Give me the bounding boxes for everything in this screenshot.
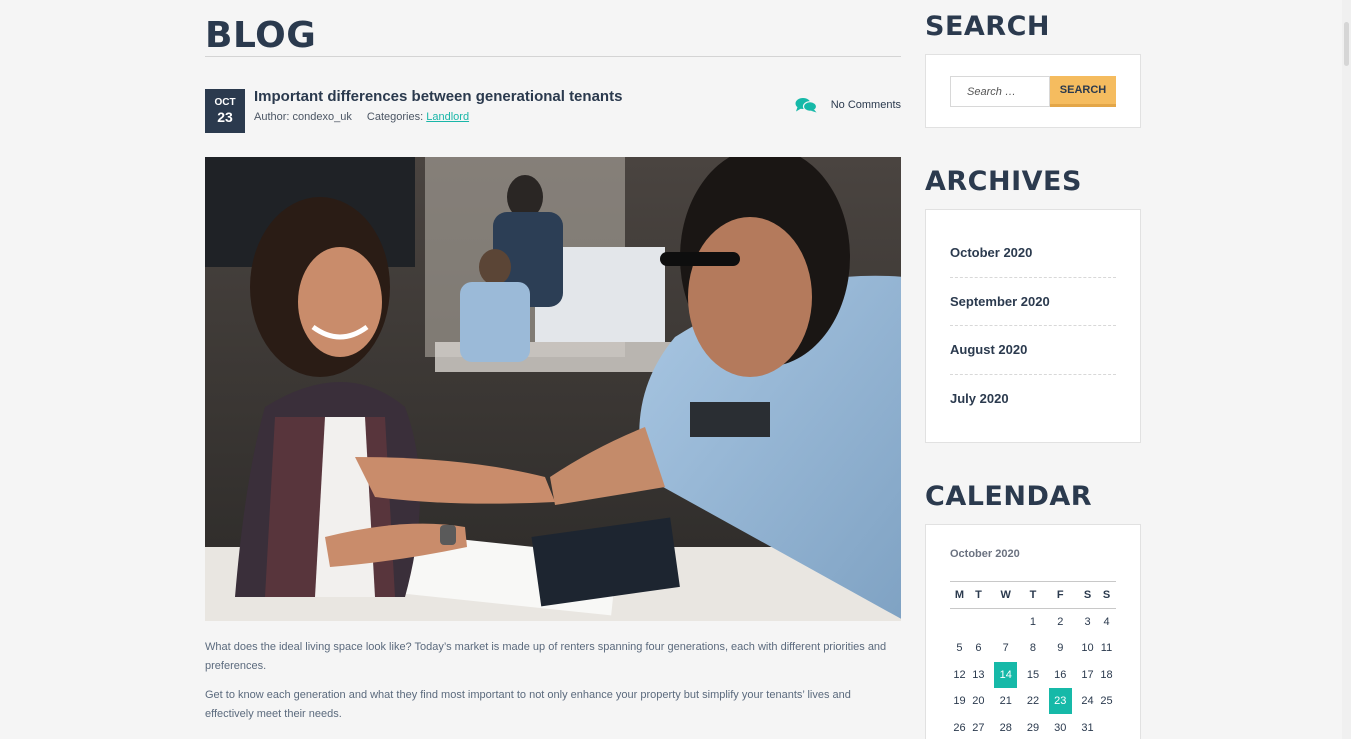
calendar-week-row: 1 2 34 [950, 609, 1116, 636]
page-scrollbar[interactable] [1342, 0, 1351, 739]
search-input[interactable] [950, 76, 1050, 107]
calendar-day: 5 [956, 642, 963, 655]
archives-widget-title: ARCHIVES [925, 166, 1082, 197]
calendar-day: 18 [1100, 668, 1113, 681]
calendar-day: 17 [1081, 668, 1094, 681]
calendar-body: 1 2 3 4 5 6 7 8 9 10 11 12 13 14 15 16 17 18 19 20 21 22 23 24 2… [950, 609, 1116, 739]
calendar-day: 12 [953, 668, 966, 681]
calendar-day: 6 [975, 642, 982, 655]
calendar-week-row: 26 27 28 29 30 31 [950, 715, 1116, 739]
calendar-week-row: 19 20 21 22 23 24 25 [950, 688, 1116, 715]
calendar-day: 4 [1103, 616, 1110, 628]
weekday-header: M [950, 581, 969, 609]
post-featured-image[interactable] [205, 157, 901, 621]
calendar-caption: October 2020 [950, 548, 1020, 560]
date-day: 23 [217, 109, 233, 125]
weekday-header: T [968, 581, 988, 609]
calendar-weekday-row: M T W T F S S [950, 581, 1116, 609]
comments-icon [795, 98, 817, 113]
scrollbar-thumb[interactable] [1344, 22, 1349, 66]
weekday-header: F [1042, 581, 1079, 609]
comments-count: No Comments [830, 99, 901, 111]
calendar-day: 31 [1081, 721, 1094, 734]
search-button[interactable]: SEARCH [1050, 76, 1116, 107]
categories-label: Categories: [366, 111, 424, 123]
calendar-day: 1 [1029, 616, 1037, 628]
author-label: Author: [254, 111, 290, 123]
weekday-header: S [1097, 581, 1116, 609]
calendar-day: 29 [1026, 721, 1040, 734]
calendar-widget: October 2020 M T W T F S S 1 2 3 4 5 6 7 8 9 10 11… [925, 524, 1141, 739]
weekday-header: S [1078, 581, 1097, 609]
calendar-table: M T W T F S S 1 2 3 4 5 6 7 8 9 10 11 12 13 14 15 16 17 1… [950, 581, 1116, 739]
calendar-day: 22 [1026, 695, 1040, 708]
archive-link-september-2020[interactable]: September 2020 [950, 278, 1116, 326]
archive-link-july-2020[interactable]: July 2020 [950, 375, 1116, 424]
archives-widget: October 2020 September 2020 August 2020 … [925, 209, 1141, 443]
calendar-day: 25 [1100, 695, 1113, 708]
calendar-week-row: 5 6 7 8 9 10 11 [950, 635, 1116, 662]
calendar-day: 11 [1100, 642, 1113, 655]
post-excerpt: What does the ideal living space look li… [205, 638, 901, 734]
search-widget: SEARCH [925, 54, 1141, 128]
calendar-day [950, 609, 969, 636]
excerpt-paragraph-1: What does the ideal living space look li… [205, 641, 887, 672]
calendar-day: 28 [999, 721, 1012, 734]
calendar-day[interactable]: 23 [1042, 688, 1078, 715]
calendar-day [1097, 715, 1116, 739]
archive-link-october-2020[interactable]: October 2020 [950, 229, 1116, 278]
calendar-widget-title: CALENDAR [925, 481, 1093, 512]
calendar-week-row: 12 13 14 15 16 17 18 [950, 661, 1116, 689]
calendar-day: 24 [1081, 695, 1094, 708]
excerpt-paragraph-2: Get to know each generation and what the… [205, 689, 851, 720]
calendar-day-link[interactable]: 14 [994, 661, 1018, 688]
calendar-day[interactable]: 14 [988, 661, 1024, 689]
calendar-day: 27 [972, 721, 985, 734]
weekday-header: W [987, 581, 1024, 609]
calendar-day: 7 [1002, 642, 1009, 655]
calendar-day: 30 [1054, 721, 1067, 734]
calendar-day: 19 [953, 695, 966, 708]
calendar-day-link[interactable]: 23 [1048, 688, 1072, 715]
category-link[interactable]: Landlord [426, 111, 469, 123]
author-name: condexo_uk [292, 111, 352, 123]
page-title: BLOG [205, 15, 317, 56]
calendar-day: 10 [1081, 642, 1094, 655]
calendar-day: 13 [972, 668, 985, 681]
calendar-day: 21 [999, 695, 1012, 708]
calendar-day: 15 [1026, 668, 1040, 681]
post-meta: Author: condexo_uk Categories: Landlord [254, 111, 469, 123]
calendar-day: 2 [1057, 616, 1064, 628]
calendar-day: 8 [1029, 642, 1037, 655]
calendar-day: 9 [1057, 642, 1064, 655]
weekday-header: T [1023, 581, 1043, 609]
date-month: OCT [214, 97, 236, 108]
calendar-day: 16 [1054, 668, 1067, 681]
search-widget-title: SEARCH [925, 11, 1050, 42]
handshake-photo [205, 157, 901, 621]
calendar-day: 3 [1084, 616, 1091, 628]
calendar-day: 20 [972, 695, 985, 708]
calendar-day [969, 609, 988, 636]
archive-link-august-2020[interactable]: August 2020 [950, 326, 1116, 375]
title-divider [205, 56, 901, 57]
comments-link[interactable]: No Comments [795, 97, 901, 113]
calendar-day [988, 609, 1024, 636]
post-title-link[interactable]: Important differences between generation… [254, 88, 622, 105]
calendar-day: 26 [953, 721, 966, 734]
date-badge: OCT 23 [205, 89, 245, 133]
